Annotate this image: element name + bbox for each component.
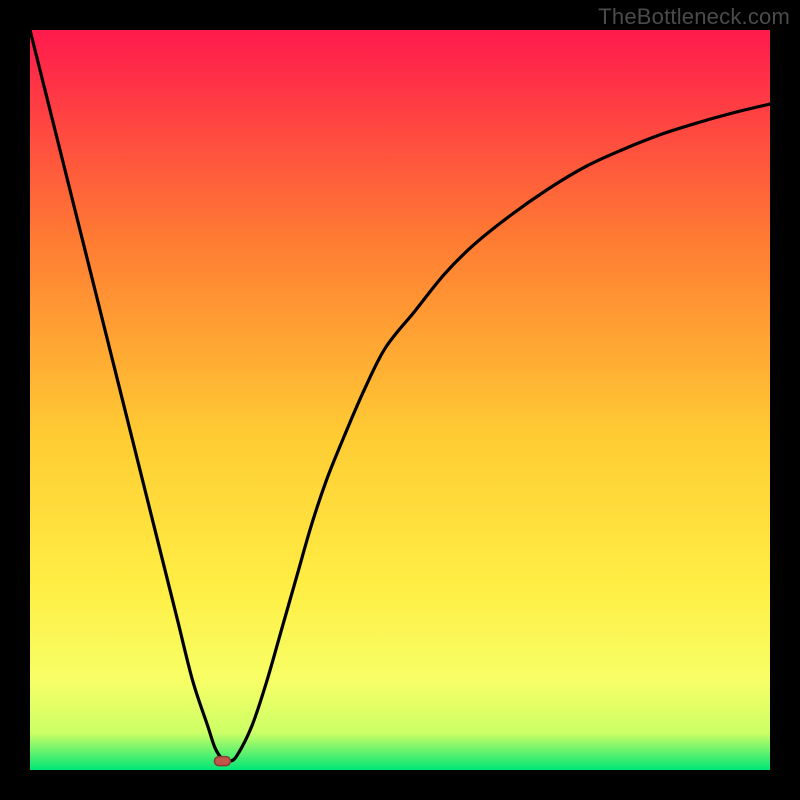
- watermark-label: TheBottleneck.com: [598, 4, 790, 30]
- chart-frame: TheBottleneck.com: [0, 0, 800, 800]
- chart-svg: [30, 30, 770, 770]
- minimum-marker: [214, 757, 230, 766]
- chart-plot-area: [30, 30, 770, 770]
- gradient-background: [30, 30, 770, 770]
